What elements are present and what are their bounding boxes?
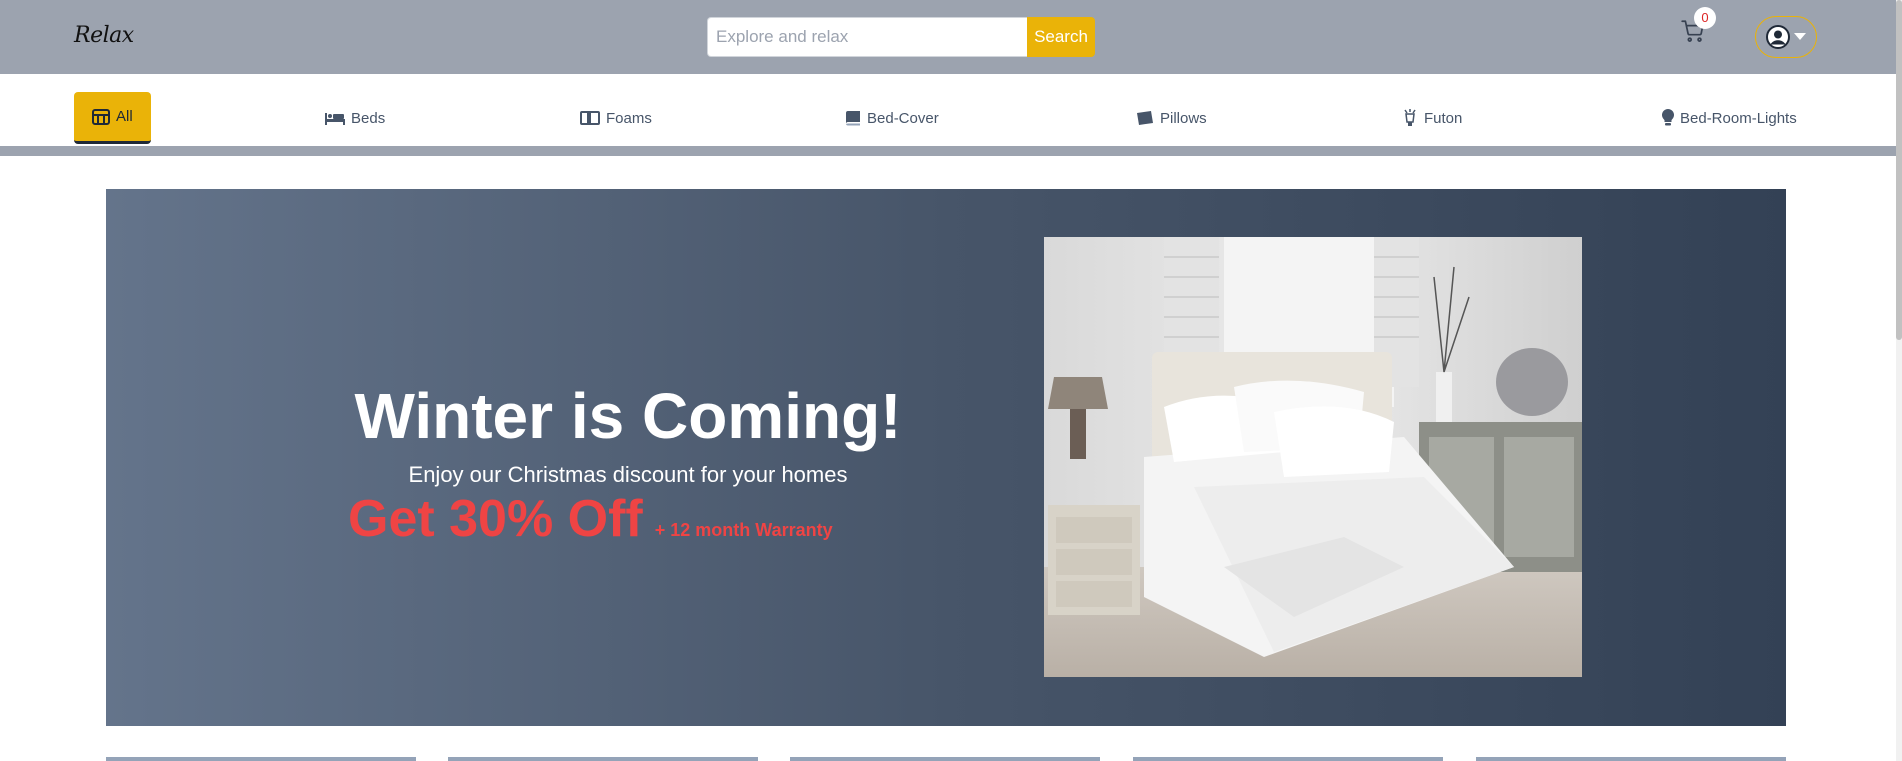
category-pillows[interactable]: Pillows bbox=[1136, 92, 1207, 144]
cart-count-badge: 0 bbox=[1694, 7, 1716, 29]
category-all[interactable]: All bbox=[74, 92, 151, 144]
product-card[interactable] bbox=[790, 757, 1100, 761]
product-card[interactable] bbox=[448, 757, 758, 761]
lightbulb-icon bbox=[1662, 109, 1674, 126]
category-label: Bed-Room-Lights bbox=[1680, 109, 1797, 127]
category-label: Pillows bbox=[1160, 109, 1207, 127]
hero-subtitle: Enjoy our Christmas discount for your ho… bbox=[408, 462, 848, 487]
category-foams[interactable]: Foams bbox=[580, 92, 652, 144]
category-label: All bbox=[116, 108, 133, 125]
category-beds[interactable]: Beds bbox=[325, 92, 385, 144]
hero-offer-warranty: + 12 month Warranty bbox=[654, 520, 833, 540]
category-label: Foams bbox=[606, 109, 652, 127]
category-bed-room-lights[interactable]: Bed-Room-Lights bbox=[1662, 92, 1797, 144]
user-menu-button[interactable] bbox=[1755, 16, 1817, 58]
site-logo[interactable]: Relax bbox=[74, 23, 134, 48]
hero-banner[interactable]: Winter is Coming! Enjoy our Christmas di… bbox=[106, 189, 1786, 726]
category-bed-cover[interactable]: Bed-Cover bbox=[845, 92, 939, 144]
hero-title: Winter is Coming! bbox=[354, 380, 902, 452]
caret-down-icon bbox=[1794, 33, 1806, 40]
category-label: Beds bbox=[351, 109, 386, 127]
hero-offer: Get 30% Off + 12 month Warranty bbox=[348, 489, 833, 549]
hero-bedroom-image bbox=[1044, 237, 1582, 677]
pillow-icon bbox=[1137, 111, 1153, 125]
category-nav bbox=[0, 74, 1902, 146]
category-nav-border bbox=[0, 146, 1896, 156]
bed-icon bbox=[325, 113, 345, 125]
foam-icon bbox=[580, 111, 600, 125]
user-circle-icon bbox=[1766, 25, 1790, 49]
search-button[interactable]: Search bbox=[1027, 17, 1095, 57]
book-cover-icon bbox=[846, 111, 860, 126]
category-futon[interactable]: Futon bbox=[1402, 92, 1462, 144]
search-input[interactable] bbox=[707, 17, 1027, 57]
scrollbar-thumb[interactable] bbox=[1896, 0, 1902, 340]
product-card[interactable] bbox=[1476, 757, 1786, 761]
category-label: Bed-Cover bbox=[867, 109, 939, 127]
category-label: Futon bbox=[1424, 109, 1463, 127]
product-card[interactable] bbox=[1133, 757, 1443, 761]
product-card[interactable] bbox=[106, 757, 416, 761]
store-icon bbox=[92, 108, 110, 125]
search-bar: Search bbox=[707, 17, 1095, 57]
hero-offer-discount: Get 30% Off bbox=[348, 490, 643, 548]
futon-icon bbox=[1404, 109, 1416, 126]
